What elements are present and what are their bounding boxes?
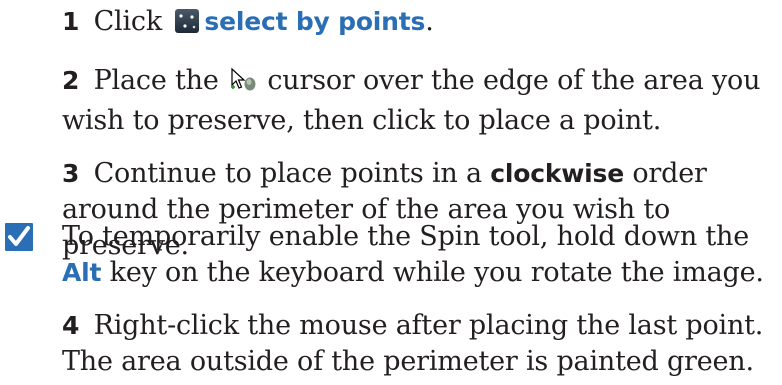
- help-page: { "step1": { "number": "1", "text_before…: [0, 0, 782, 385]
- checkmark-icon: [4, 222, 34, 252]
- step-number: 2: [62, 66, 80, 95]
- select-by-points-label: select by points: [204, 7, 426, 36]
- alt-key-label: Alt: [62, 258, 102, 287]
- clockwise-emphasis: clockwise: [490, 159, 624, 188]
- step-number: 1: [62, 7, 80, 36]
- step-text-end: .: [425, 6, 434, 37]
- step-text: Place the: [93, 65, 219, 96]
- step-number: 4: [62, 311, 80, 340]
- tip-text-end: key on the keyboard while you rotate the…: [109, 257, 764, 288]
- step-1: 1 Click select by points.: [62, 4, 774, 44]
- select-by-points-icon: [174, 8, 200, 44]
- step-text: Right-click the mouse after placing the …: [62, 310, 764, 377]
- tip-text-start: To temporarily enable the Spin tool, hol…: [62, 221, 750, 252]
- step-2: 2 Place the cursor over the edge of the …: [62, 63, 774, 139]
- step-4: 4 Right-click the mouse after placing th…: [62, 308, 774, 380]
- step-number: 3: [62, 159, 80, 188]
- points-cursor-icon: [229, 67, 257, 103]
- tip-text: To temporarily enable the Spin tool, hol…: [62, 219, 774, 291]
- step-text: Click: [93, 6, 163, 37]
- step-text: Continue to place points in a: [93, 158, 482, 189]
